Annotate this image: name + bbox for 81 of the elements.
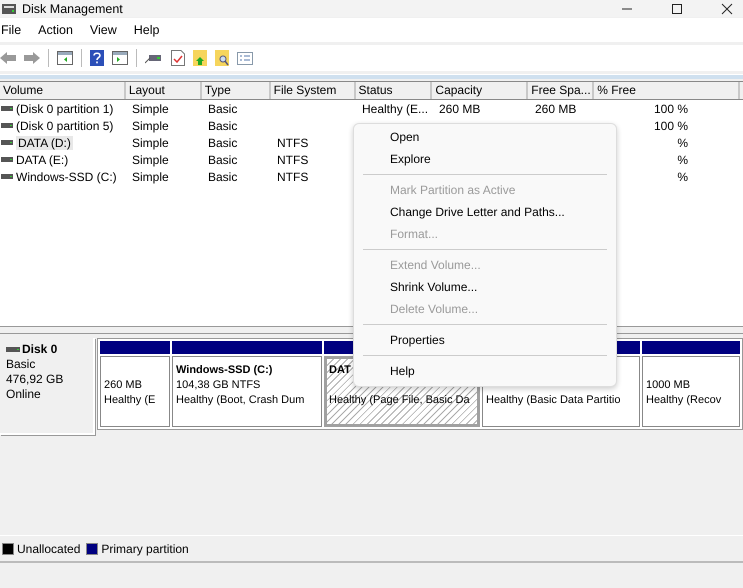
partition-status: Healthy (Recov <box>646 393 722 408</box>
partition-size: 260 MB <box>104 378 142 393</box>
disk-size: 476,92 GB <box>6 372 64 387</box>
connect-icon[interactable] <box>145 52 163 64</box>
disk-status: Online <box>6 387 41 402</box>
partition-name: Windows-SSD (C:) <box>176 363 272 378</box>
table-cell: Basic <box>208 170 238 184</box>
panel-icon[interactable] <box>57 51 73 65</box>
table-cell: Basic <box>208 118 238 132</box>
table-cell: % <box>677 170 688 184</box>
table-cell: % <box>677 152 688 166</box>
menu-item[interactable]: View <box>90 23 134 37</box>
table-cell: 100 % <box>654 102 688 116</box>
column-header[interactable]: File System <box>270 82 356 99</box>
partition-status: Healthy (Page File, Basic Da <box>329 393 470 408</box>
volume-name[interactable]: DATA (E:) <box>16 152 68 166</box>
document-check-icon[interactable] <box>171 50 185 66</box>
column-header[interactable]: Free Spa... <box>528 82 594 99</box>
partition-status: Healthy (E <box>104 393 156 408</box>
volume-name[interactable]: (Disk 0 partition 5) <box>16 118 114 132</box>
panel-icon[interactable] <box>112 51 128 65</box>
partition-size: 1000 MB <box>646 378 690 393</box>
column-header[interactable]: Layout <box>126 82 202 99</box>
drive-icon <box>1 123 13 128</box>
table-cell: Simple <box>132 136 169 150</box>
window-title: Disk Management <box>22 2 123 16</box>
column-header[interactable]: Status <box>356 82 432 99</box>
table-cell: Basic <box>208 102 238 116</box>
table-cell: 260 MB <box>535 102 576 116</box>
volume-name[interactable]: (Disk 0 partition 1) <box>16 102 114 116</box>
column-header[interactable]: % Free <box>594 82 740 99</box>
table-cell: Basic <box>208 136 238 150</box>
partition-status: Healthy (Boot, Crash Dum <box>176 393 304 408</box>
menu-item[interactable]: File <box>0 23 38 37</box>
table-cell: Simple <box>132 152 169 166</box>
column-header[interactable]: Capacity <box>432 82 528 99</box>
table-cell: NTFS <box>277 170 308 184</box>
partition-status: Healthy (Basic Data Partitio <box>486 393 620 408</box>
back-arrow-icon[interactable] <box>0 51 16 65</box>
table-cell: 100 % <box>654 118 688 132</box>
menu-item[interactable]: Properties <box>354 329 616 351</box>
table-cell: 260 MB <box>439 102 480 116</box>
disk-name: Disk 0 <box>22 342 58 357</box>
drive-icon <box>1 140 13 145</box>
drive-icon <box>6 347 20 352</box>
table-cell: % <box>677 136 688 150</box>
help-icon[interactable] <box>90 50 104 66</box>
drive-icon <box>1 174 13 179</box>
volume-name[interactable]: DATA (D:) <box>16 136 73 150</box>
table-cell: Healthy (E... <box>362 102 428 116</box>
menu-item[interactable]: Help <box>134 23 176 37</box>
menu-item[interactable]: Open <box>354 126 616 148</box>
table-cell: Simple <box>132 102 169 116</box>
drive-icon <box>1 106 13 111</box>
table-cell: Simple <box>132 118 169 132</box>
partition-bar <box>100 341 170 354</box>
volume-name[interactable]: Windows-SSD (C:) <box>16 170 117 184</box>
menu-item[interactable]: Explore <box>354 148 616 170</box>
column-header[interactable]: Type <box>202 82 271 99</box>
partition-size: 104,38 GB NTFS <box>176 378 260 393</box>
forward-arrow-icon[interactable] <box>24 51 40 65</box>
menu-item[interactable]: Action <box>38 23 90 37</box>
table-cell: NTFS <box>277 152 308 166</box>
partition-block[interactable]: 1000 MB Healthy (Recov <box>642 356 740 427</box>
table-cell: NTFS <box>277 136 308 150</box>
checklist-icon[interactable] <box>237 52 253 64</box>
column-header[interactable]: Volume <box>0 82 126 99</box>
close-icon[interactable] <box>721 2 733 14</box>
menu-item[interactable]: Change Drive Letter and Paths... <box>354 201 616 223</box>
menu-item[interactable]: Shrink Volume... <box>354 276 616 298</box>
disk-type: Basic <box>6 357 36 372</box>
partition-name: DAT <box>329 363 351 378</box>
partition-block[interactable]: Windows-SSD (C:) 104,38 GB NTFS Healthy (Boot, Crash Dum <box>172 356 322 427</box>
folder-search-icon[interactable] <box>215 50 229 66</box>
table-cell: Simple <box>132 170 169 184</box>
legend-label: Unallocated <box>17 542 80 556</box>
partition-block[interactable]: 260 MB Healthy (E <box>100 356 170 427</box>
maximize-icon[interactable] <box>671 2 683 14</box>
drive-icon <box>1 157 13 162</box>
table-cell: Basic <box>208 152 238 166</box>
legend-label: Primary partition <box>101 542 189 556</box>
